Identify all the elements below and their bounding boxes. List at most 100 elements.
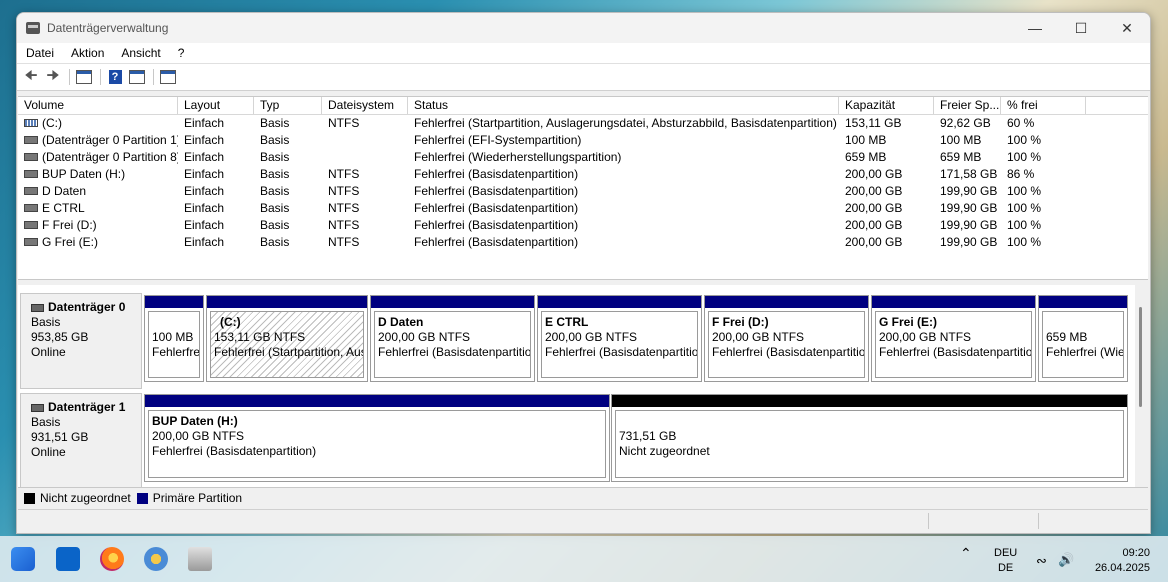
menu-ansicht[interactable]: Ansicht <box>112 46 168 60</box>
export-list-icon[interactable] <box>158 67 178 87</box>
cell-text: E CTRL <box>42 201 85 215</box>
column-kapazitaet[interactable]: Kapazität <box>839 97 934 114</box>
partition-c[interactable]: (C:) 153,11 GB NTFS Fehlerfrei (Startpar… <box>206 295 368 382</box>
table-row[interactable]: F Frei (D:) Einfach Basis NTFS Fehlerfrei (B… <box>18 217 1148 234</box>
outlook-icon[interactable] <box>56 547 80 571</box>
disk-1-label[interactable]: Datenträger 1 Basis 931,51 GB Online <box>20 393 142 489</box>
cell-layout: Einfach <box>178 149 254 166</box>
volume-icon <box>24 220 38 229</box>
partition-size: 200,00 GB NTFS <box>545 330 638 344</box>
cell-kapazitaet: 200,00 GB <box>839 200 934 217</box>
disk-1-size: 931,51 GB <box>31 430 89 444</box>
cell-fs <box>322 149 408 166</box>
chevron-up-icon[interactable]: ⌃ <box>960 546 972 561</box>
cell-kapazitaet: 100 MB <box>839 132 934 149</box>
cell-frei: 100 MB <box>934 132 1001 149</box>
partition-e-ctrl[interactable]: E CTRL 200,00 GB NTFS Fehlerfrei (Basisd… <box>537 295 702 382</box>
column-layout[interactable]: Layout <box>178 97 254 114</box>
firefox-icon[interactable] <box>100 547 124 571</box>
cell-text: 100 % <box>1007 201 1042 215</box>
properties-icon[interactable] <box>127 67 147 87</box>
disk-management-icon[interactable] <box>188 547 212 571</box>
cell-layout: Einfach <box>178 115 254 132</box>
partition-name: E CTRL <box>545 315 589 329</box>
table-row[interactable]: (Datenträger 0 Partition 8) Einfach Basis F… <box>18 149 1148 166</box>
column-typ[interactable]: Typ <box>254 97 322 114</box>
table-row[interactable]: D Daten Einfach Basis NTFS Fehlerfrei (Basis… <box>18 183 1148 200</box>
settings-icon[interactable] <box>144 547 168 571</box>
partition-status: Fehlerfrei (Wiederherstellungspartition) <box>1046 345 1123 359</box>
cell-text: Basis <box>260 184 290 198</box>
cell-text: Einfach <box>184 184 225 198</box>
cell-text: Fehlerfrei (Wiederherstellungspartition) <box>414 150 622 164</box>
legend-primary-swatch <box>136 492 148 504</box>
partition-status: Fehlerfrei (Basisdatenpartition) <box>879 345 1032 359</box>
cell-text: Fehlerfrei (Basisdatenpartition) <box>414 218 579 232</box>
partition-name: G Frei (E:) <box>879 315 938 329</box>
column-prozent-frei[interactable]: % frei <box>1001 97 1086 114</box>
table-row[interactable]: BUP Daten (H:) Einfach Basis NTFS Fehlerfrei… <box>18 166 1148 183</box>
column-dateisystem[interactable]: Dateisystem <box>322 97 408 114</box>
cell-text: Einfach <box>184 201 225 215</box>
partition-size: 100 MB <box>152 330 194 344</box>
table-row[interactable]: (C:) Einfach Basis NTFS Fehlerfrei (Startpar… <box>18 115 1148 132</box>
wifi-icon[interactable]: ∾ <box>1036 553 1047 568</box>
minimize-button[interactable]: — <box>1012 13 1058 43</box>
language-bottom: DE <box>997 562 1014 574</box>
disk-map-scrollbar[interactable] <box>1135 285 1148 490</box>
cell-status: Fehlerfrei (Wiederherstellungspartition) <box>408 149 839 166</box>
cell-layout: Einfach <box>178 132 254 149</box>
cell-text: Basis <box>260 201 290 215</box>
show-hide-console-icon[interactable] <box>74 67 94 87</box>
table-row[interactable]: (Datenträger 0 Partition 1) Einfach Basis F… <box>18 132 1148 149</box>
speaker-icon[interactable]: 🔊 <box>1058 552 1074 567</box>
scrollbar-thumb[interactable] <box>1139 307 1142 407</box>
language-indicator[interactable]: DEU DE <box>994 546 1017 576</box>
status-bar <box>18 509 1148 532</box>
table-row[interactable]: E CTRL Einfach Basis NTFS Fehlerfrei (Basisd… <box>18 200 1148 217</box>
close-button[interactable]: ✕ <box>1104 13 1150 43</box>
help-icon[interactable]: ? <box>105 67 125 87</box>
partition-bup-daten[interactable]: BUP Daten (H:) 200,00 GB NTFS Fehlerfrei… <box>144 394 610 482</box>
cell-text: Fehlerfrei (Basisdatenpartition) <box>414 184 579 198</box>
clock[interactable]: 09:20 26.04.2025 <box>1090 546 1150 576</box>
unallocated-space[interactable]: 731,51 GB Nicht zugeordnet <box>611 394 1128 482</box>
table-row[interactable]: G Frei (E:) Einfach Basis NTFS Fehlerfrei (B… <box>18 234 1148 251</box>
volume-icon <box>24 135 38 144</box>
cell-text: D Daten <box>42 184 87 198</box>
menu-datei[interactable]: Datei <box>17 46 62 60</box>
cell-text: 199,90 GB <box>940 184 998 198</box>
partition-status: Fehlerfrei (Basisdatenpartition) <box>712 345 865 359</box>
status-bar-separator <box>928 513 929 529</box>
partition-efi[interactable]: 100 MB Fehlerfrei (EFI-Systempartition) <box>144 295 204 382</box>
column-freier-speicher[interactable]: Freier Sp... <box>934 97 1001 114</box>
back-arrow-icon[interactable]: 🠈 <box>21 67 41 87</box>
cell-layout: Einfach <box>178 166 254 183</box>
cell-text: G Frei (E:) <box>42 235 98 249</box>
menu-aktion[interactable]: Aktion <box>62 46 112 60</box>
cell-text: (Datenträger 0 Partition 8) <box>42 150 178 164</box>
column-volume[interactable]: Volume <box>18 97 178 114</box>
cell-text: 86 % <box>1007 167 1035 181</box>
menu-help[interactable]: ? <box>169 46 193 60</box>
maximize-button[interactable]: ☐ <box>1058 13 1104 43</box>
disk-icon <box>31 403 44 412</box>
cell-status: Fehlerfrei (Basisdatenpartition) <box>408 234 839 251</box>
cell-status: Fehlerfrei (Basisdatenpartition) <box>408 166 839 183</box>
partition-size: 200,00 GB NTFS <box>879 330 972 344</box>
start-icon[interactable] <box>11 547 35 571</box>
cell-volume: (C:) <box>18 115 178 132</box>
partition-g-frei[interactable]: G Frei (E:) 200,00 GB NTFS Fehlerfrei (B… <box>871 295 1036 382</box>
status-bar-separator <box>1038 513 1039 529</box>
toolbar-separator <box>153 69 154 85</box>
column-status[interactable]: Status <box>408 97 839 114</box>
partition-d-daten[interactable]: D Daten 200,00 GB NTFS Fehlerfrei (Basis… <box>370 295 535 382</box>
cell-text: NTFS <box>328 218 360 232</box>
disk-0-label[interactable]: Datenträger 0 Basis 953,85 GB Online <box>20 293 142 389</box>
forward-arrow-icon[interactable]: 🠊 <box>43 67 63 87</box>
partition-f-frei[interactable]: F Frei (D:) 200,00 GB NTFS Fehlerfrei (B… <box>704 295 869 382</box>
toolbar: 🠈 🠊 ? <box>17 63 1150 91</box>
partition-recovery[interactable]: 659 MB Fehlerfrei (Wiederherstellungspar… <box>1038 295 1128 382</box>
cell-text: 153,11 GB <box>845 116 902 130</box>
title-bar[interactable]: Datenträgerverwaltung — ☐ ✕ <box>17 13 1150 43</box>
